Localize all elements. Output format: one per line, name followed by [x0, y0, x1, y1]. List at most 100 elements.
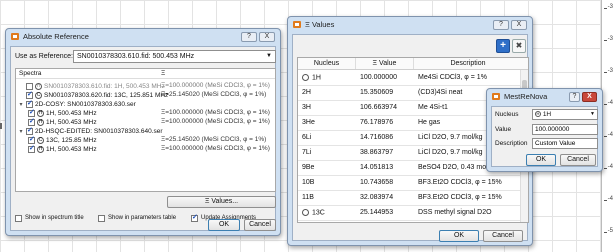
xi-value-cell: 14.051813 — [356, 160, 414, 176]
column-header-description[interactable]: Description — [414, 58, 522, 69]
title-bar[interactable]: Ξ Values ? X — [288, 17, 532, 32]
tree-row[interactable]: ▾ 2D-COSY: SN0010378303.630.ser — [18, 99, 136, 108]
close-button[interactable]: X — [582, 91, 597, 102]
ruler-tick: -4 — [603, 132, 613, 138]
cancel-button[interactable]: Cancel — [244, 219, 276, 231]
table-row[interactable]: 1H 100.000000 Me4Si CDCl3, φ = 1% — [298, 70, 522, 86]
row-checkbox[interactable] — [28, 135, 35, 144]
tree-row-label: 2D-COSY: SN0010378303.630.ser — [35, 100, 136, 108]
collapse-icon[interactable]: ▾ — [18, 101, 24, 108]
spectrum-1d-icon: H — [37, 109, 44, 117]
delete-icon[interactable]: ✖ — [512, 39, 526, 53]
tree-row[interactable]: H 1H, 500.453 MHz — [28, 108, 97, 117]
tree-row[interactable]: ▾ 2D-HSQC-EDITED: SN0010378303.640.ser — [18, 126, 163, 135]
nucleus-cell: 13C — [298, 205, 356, 221]
tree-row[interactable]: C 13C, 125.85 MHz — [28, 135, 97, 144]
table-row[interactable]: 11B 32.083974 BF3.Et2O CDCl3, φ = 15% — [298, 190, 522, 206]
spectra-tree[interactable]: Spectra Ξ H SN0010378303.610.fid: 1H, 50… — [15, 68, 276, 192]
cancel-button[interactable]: Cancel — [560, 154, 596, 166]
ruler-tick: -3 — [603, 4, 613, 10]
tree-row[interactable]: H SN0010378303.610.fid: 1H, 500.453 MHz — [18, 82, 165, 90]
chevron-down-icon: ▼ — [266, 53, 272, 59]
tree-row[interactable]: C SN0010378303.620.fid: 13C, 125.851 MHz — [18, 90, 168, 99]
dialog-title: Absolute Reference — [23, 32, 89, 41]
ruler-tick: -4 — [603, 100, 613, 106]
ok-button[interactable]: OK — [439, 230, 479, 242]
xi-value-cell: 38.863797 — [356, 145, 414, 161]
description-field[interactable] — [532, 138, 598, 149]
nucleus-text: 1H — [312, 73, 321, 81]
row-checkbox[interactable] — [28, 108, 35, 117]
help-button[interactable]: ? — [569, 91, 580, 102]
dialog-title: Ξ Values — [305, 20, 335, 29]
add-icon[interactable]: + — [496, 39, 510, 53]
row-checkbox[interactable] — [26, 99, 33, 108]
show-in-title-checkbox[interactable] — [15, 214, 22, 222]
table-header: Nucleus Ξ Value Description — [298, 58, 528, 70]
row-checkbox[interactable] — [26, 90, 33, 99]
ruler-tick: -5 — [603, 228, 613, 234]
nucleus-icon: H — [535, 111, 541, 118]
update-assignments-checkbox[interactable] — [191, 213, 198, 222]
show-in-table-checkbox[interactable] — [98, 214, 105, 222]
ruler-tick: -4 — [603, 196, 613, 202]
tree-row-xi: Ξ=100.000000 (MeSi CDCl3, φ = 1%) — [161, 145, 270, 152]
nucleus-cell: 9Be — [298, 160, 356, 176]
spectrum-1d-icon: H — [35, 82, 42, 90]
xi-value-cell: 100.000000 — [356, 70, 414, 86]
app-icon — [11, 33, 19, 40]
help-button[interactable]: ? — [241, 31, 257, 42]
table-row[interactable]: 13C 25.144953 DSS methyl signal D2O — [298, 205, 522, 221]
dialog-title: MestReNova — [504, 92, 548, 101]
nucleus-cell: 3He — [298, 115, 356, 131]
close-button[interactable]: X — [511, 19, 527, 30]
value-field[interactable] — [532, 124, 598, 135]
tree-row-label: 13C, 125.85 MHz — [46, 136, 97, 144]
dialog-body: Nucleus H 1H ▼ Value Description OK Canc… — [491, 106, 598, 167]
description-cell: DSS methyl signal D2O — [414, 205, 522, 221]
tree-row-label: 1H, 500.453 MHz — [46, 109, 97, 117]
ok-button[interactable]: OK — [208, 219, 240, 231]
table-row[interactable]: 10B 10.743658 BF3.Et2O CDCl3, φ = 15% — [298, 175, 522, 191]
row-checkbox[interactable] — [28, 117, 35, 126]
xi-value-cell: 14.716086 — [356, 130, 414, 146]
reference-select-value: SN0010378303.610.fid: 500.453 MHz — [77, 53, 195, 60]
tree-row-label: SN0010378303.610.fid: 1H, 500.453 MHz — [44, 82, 165, 90]
xi-value-cell: 25.144953 — [356, 205, 414, 221]
nucleus-text: 3He — [302, 119, 315, 126]
column-header-value[interactable]: Ξ Value — [356, 58, 414, 69]
tree-row[interactable]: H 1H, 500.453 MHz — [28, 144, 97, 153]
nucleus-icon — [302, 73, 309, 81]
column-header-nucleus[interactable]: Nucleus — [298, 58, 356, 69]
xi-value-cell: 15.350609 — [356, 85, 414, 101]
absolute-reference-dialog: Absolute Reference ? X Use as Reference:… — [5, 28, 281, 236]
description-label: Description — [495, 140, 528, 147]
nucleus-text: 10B — [302, 179, 315, 186]
nucleus-cell: 10B — [298, 175, 356, 191]
nucleus-cell: 1H — [298, 70, 356, 86]
close-button[interactable]: X — [259, 31, 275, 42]
tree-row-label: 1H, 500.453 MHz — [46, 145, 97, 153]
nucleus-select[interactable]: H 1H ▼ — [532, 109, 598, 120]
cancel-button[interactable]: Cancel — [483, 230, 523, 242]
title-bar[interactable]: MestReNova ? X — [487, 89, 602, 104]
row-checkbox[interactable] — [26, 126, 33, 135]
title-bar[interactable]: Absolute Reference ? X — [6, 29, 280, 44]
xi-values-button[interactable]: Ξ Values... — [167, 196, 276, 208]
row-checkbox[interactable] — [28, 144, 35, 153]
tree-row[interactable]: H 1H, 500.453 MHz — [28, 117, 97, 126]
nucleus-cell: 7Li — [298, 145, 356, 161]
app-icon — [293, 21, 301, 28]
tree-row-xi: Ξ=100.000000 (MeSi CDCl3, φ = 1%) — [161, 109, 270, 116]
nucleus-label: Nucleus — [495, 111, 519, 118]
use-as-reference-label: Use as Reference: — [15, 53, 73, 60]
description-cell: Me4Si CDCl3, φ = 1% — [414, 70, 522, 86]
mestrenova-dialog: MestReNova ? X Nucleus H 1H ▼ Value Desc… — [486, 88, 603, 172]
reference-select[interactable]: SN0010378303.610.fid: 500.453 MHz ▼ — [73, 50, 276, 63]
row-checkbox[interactable] — [26, 82, 33, 90]
nucleus-text: 11B — [302, 194, 314, 201]
collapse-icon[interactable]: ▾ — [18, 128, 24, 135]
help-button[interactable]: ? — [493, 19, 509, 30]
ok-button[interactable]: OK — [526, 154, 556, 166]
axis-marker — [0, 123, 4, 129]
